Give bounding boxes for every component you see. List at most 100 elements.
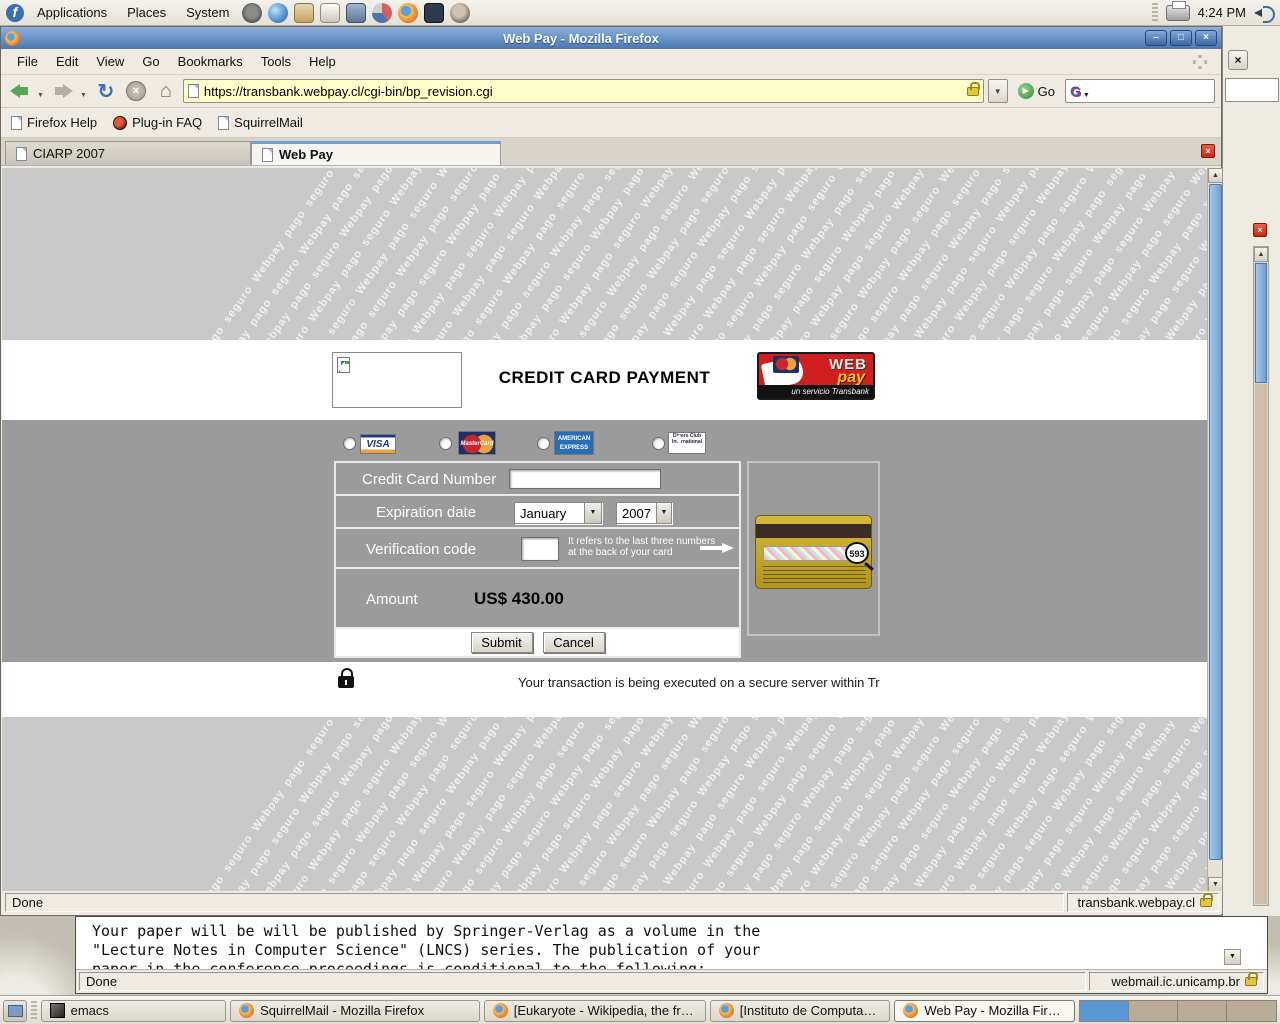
month-value: January	[515, 506, 584, 521]
visa-logo: VISA	[360, 434, 396, 454]
year-select[interactable]: 2007 ▼	[616, 502, 672, 524]
background-scrollbar[interactable]: ▲	[1253, 246, 1269, 906]
terminal-icon[interactable]	[424, 3, 444, 23]
chart-icon[interactable]	[372, 3, 392, 23]
bookmark-squirrelmail[interactable]: SquirrelMail	[218, 115, 303, 130]
maximize-button[interactable]: □	[1170, 30, 1192, 46]
taskbar-item-eukaryote[interactable]: [Eukaryote - Wikipedia, the fre…	[484, 1000, 706, 1022]
tab-close-icon[interactable]: ×	[1253, 223, 1267, 237]
scroll-up-icon[interactable]: ▲	[1254, 247, 1268, 262]
verification-input[interactable]	[521, 537, 559, 561]
menu-tools[interactable]: Tools	[253, 50, 299, 73]
bookmark-plugin-faq[interactable]: Plug-in FAQ	[113, 115, 202, 130]
tab-close-icon[interactable]: ×	[1201, 144, 1215, 158]
display-icon[interactable]	[346, 3, 366, 23]
payment-form: Credit Card Number Expiration date Janua…	[334, 461, 741, 658]
url-history-dropdown[interactable]: ▼	[988, 79, 1008, 103]
cancel-button[interactable]: Cancel	[543, 632, 605, 653]
url-input[interactable]: https://transbank.webpay.cl/cgi-bin/bp_r…	[204, 84, 962, 99]
scroll-down-icon[interactable]: ▼	[1208, 877, 1223, 892]
scrollbar-thumb[interactable]	[1209, 184, 1222, 860]
system-menu[interactable]: System	[179, 2, 236, 23]
radio-diners[interactable]	[652, 437, 665, 450]
stop-button[interactable]: ×	[123, 78, 149, 104]
credit-card-number-row: Credit Card Number	[336, 463, 739, 496]
scroll-down-icon[interactable]: ▼	[1224, 949, 1241, 965]
menu-help[interactable]: Help	[301, 50, 344, 73]
applications-menu[interactable]: Applications	[30, 2, 114, 23]
title-bar[interactable]: Web Pay - Mozilla Firefox – □ ×	[1, 27, 1221, 49]
lock-icon	[967, 87, 979, 96]
taskbar-item-squirrelmail[interactable]: SquirrelMail - Mozilla Firefox	[230, 1000, 480, 1022]
month-select[interactable]: January ▼	[514, 502, 602, 524]
email-icon[interactable]	[294, 3, 314, 23]
forward-button[interactable]	[50, 78, 76, 104]
scrollbar-thumb[interactable]	[1255, 263, 1267, 383]
plugin-icon	[113, 116, 127, 130]
distro-menu-icon[interactable]: f	[6, 4, 24, 22]
scroll-up-icon[interactable]: ▲	[1208, 168, 1223, 183]
bookmark-firefox-help[interactable]: Firefox Help	[11, 115, 97, 130]
cc-number-input[interactable]	[509, 469, 661, 489]
clock[interactable]: 4:24 PM	[1198, 5, 1246, 20]
card-fine-print	[763, 566, 866, 584]
google-icon: G	[1070, 83, 1081, 99]
tab-web-pay[interactable]: Web Pay	[251, 141, 501, 165]
tab-ciarp-2007[interactable]: CIARP 2007	[5, 141, 251, 165]
throbber-icon	[1193, 55, 1207, 69]
arrow-right-icon	[700, 543, 734, 553]
menu-view[interactable]: View	[88, 50, 132, 73]
close-button[interactable]: ×	[1195, 30, 1217, 46]
gimp-icon[interactable]	[450, 3, 470, 23]
gnome-bottom-panel: emacs SquirrelMail - Mozilla Firefox [Eu…	[0, 996, 1280, 1024]
taskbar-item-instituto[interactable]: [Instituto de Computação 1.4….	[710, 1000, 891, 1022]
background-browser-window[interactable]: Your paper will be will be published by …	[75, 916, 1268, 994]
taskbar-item-webpay[interactable]: Web Pay - Mozilla Firefox	[894, 1000, 1075, 1022]
amex-logo: AMERICAN EXPRESS	[554, 431, 594, 455]
status-text: Done	[79, 972, 1086, 991]
search-engine-dropdown-icon[interactable]: ▼	[1083, 92, 1090, 99]
close-icon[interactable]: ×	[1228, 50, 1248, 70]
menu-edit[interactable]: Edit	[48, 50, 86, 73]
diners-logo: Diners Club International	[668, 432, 706, 454]
workspace-4[interactable]	[1227, 1001, 1276, 1021]
forward-dropdown-icon[interactable]: ▼	[80, 92, 87, 99]
radio-amex[interactable]	[537, 437, 550, 450]
cc-number-label: Credit Card Number	[362, 471, 496, 488]
firefox-launcher-icon[interactable]	[398, 3, 418, 23]
radio-visa[interactable]	[343, 437, 356, 450]
places-menu[interactable]: Places	[120, 2, 173, 23]
url-bar[interactable]: https://transbank.webpay.cl/cgi-bin/bp_r…	[183, 79, 984, 103]
go-button[interactable]: ▶ Go	[1012, 83, 1061, 99]
show-desktop-button[interactable]	[3, 1000, 27, 1022]
chevron-down-icon: ▼	[656, 503, 671, 523]
menu-bookmarks[interactable]: Bookmarks	[170, 50, 251, 73]
scrollbar-track[interactable]	[1255, 384, 1267, 904]
menu-file[interactable]: File	[9, 50, 46, 73]
stop-icon: ×	[126, 81, 146, 101]
submit-button[interactable]: Submit	[471, 632, 533, 653]
back-dropdown-icon[interactable]: ▼	[37, 92, 44, 99]
reload-button[interactable]: ↻	[93, 78, 119, 104]
radio-mastercard[interactable]	[439, 437, 452, 450]
minimize-button[interactable]: –	[1145, 30, 1167, 46]
tab-icon	[16, 147, 27, 161]
bookmarks-toolbar: Firefox Help Plug-in FAQ SquirrelMail	[1, 108, 1221, 138]
back-button[interactable]	[7, 78, 33, 104]
padlock-icon	[338, 676, 354, 688]
firefox-icon	[239, 1003, 254, 1018]
volume-icon[interactable]	[1254, 5, 1274, 21]
menu-go[interactable]: Go	[134, 50, 167, 73]
taskbar-item-emacs[interactable]: emacs	[41, 1000, 227, 1022]
amount-value: US$ 430.00	[474, 589, 564, 609]
printer-icon[interactable]	[1166, 5, 1190, 21]
home-button[interactable]: ⌂	[153, 78, 179, 104]
workspace-3[interactable]	[1178, 1001, 1227, 1021]
workspace-2[interactable]	[1129, 1001, 1178, 1021]
search-input[interactable]: G ▼	[1065, 79, 1215, 103]
workspace-1[interactable]	[1080, 1001, 1129, 1021]
page-scrollbar[interactable]: ▲ ▼	[1207, 168, 1222, 892]
browser-icon[interactable]	[268, 3, 288, 23]
gnu-icon[interactable]	[242, 3, 262, 23]
documents-icon[interactable]	[320, 3, 340, 23]
